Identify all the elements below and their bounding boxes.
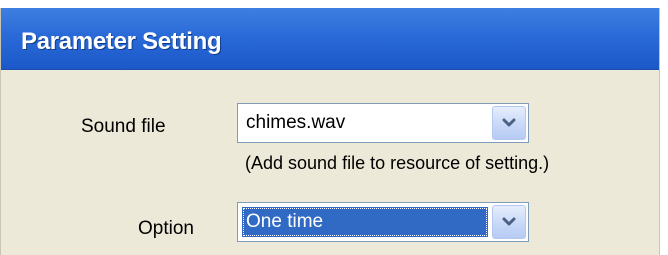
sound-file-label: Sound file — [81, 116, 166, 137]
panel-title: Parameter Setting — [21, 28, 222, 55]
parameter-setting-panel: Parameter Setting Sound file chimes.wav … — [0, 8, 660, 255]
title-bar: Parameter Setting — [1, 8, 659, 70]
chevron-down-icon — [502, 217, 516, 226]
option-value: One time — [242, 207, 488, 237]
option-dropdown[interactable]: One time — [237, 202, 529, 242]
sound-file-dropdown[interactable]: chimes.wav — [237, 103, 529, 143]
sound-file-dropdown-button[interactable] — [492, 106, 526, 140]
sound-file-value: chimes.wav — [246, 112, 346, 133]
sound-file-hint: (Add sound file to resource of setting.) — [245, 153, 550, 173]
chevron-down-icon — [502, 118, 516, 127]
option-dropdown-button[interactable] — [492, 205, 526, 239]
option-label: Option — [138, 218, 194, 239]
